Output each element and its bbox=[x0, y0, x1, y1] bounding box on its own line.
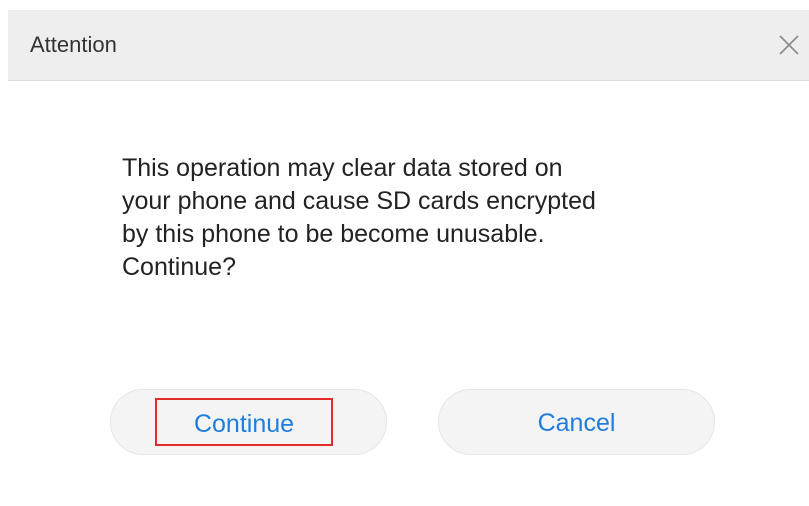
message-line: your phone and cause SD cards encrypted bbox=[122, 187, 596, 215]
dialog-message: This operation may clear data stored on … bbox=[122, 152, 722, 284]
close-button[interactable] bbox=[769, 25, 809, 65]
cancel-button-label: Cancel bbox=[537, 409, 616, 437]
cancel-button[interactable]: Cancel bbox=[438, 389, 715, 455]
message-line: by this phone to be become unusable. bbox=[122, 220, 545, 248]
close-icon bbox=[779, 35, 799, 55]
message-line: This operation may clear data stored on bbox=[122, 154, 563, 182]
continue-button[interactable]: Continue bbox=[110, 389, 387, 455]
attention-dialog: Attention This operation may clear data … bbox=[0, 0, 809, 506]
continue-button-label: Continue bbox=[155, 398, 333, 446]
message-line: Continue? bbox=[122, 253, 236, 281]
dialog-titlebar: Attention bbox=[8, 10, 809, 81]
dialog-title: Attention bbox=[30, 32, 117, 57]
